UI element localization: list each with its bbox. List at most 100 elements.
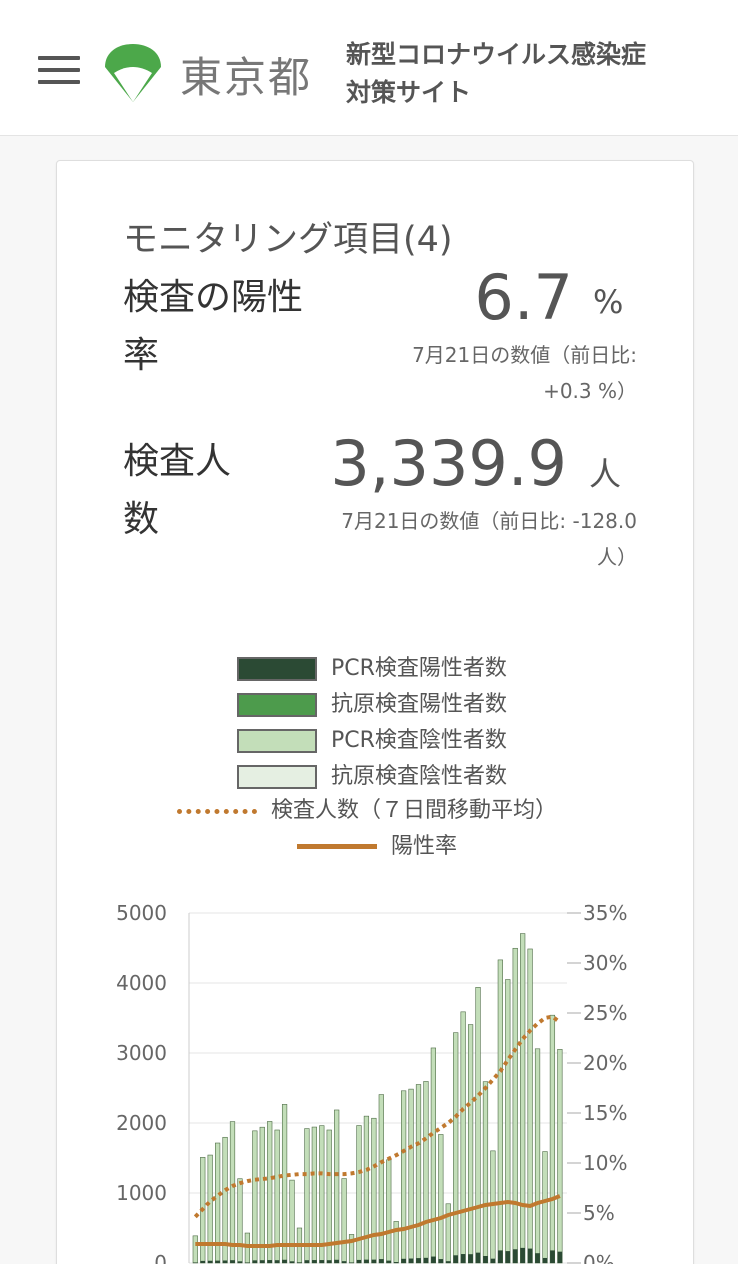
bar-pcr-positive <box>215 1260 220 1263</box>
positivity-unit: % <box>593 283 624 321</box>
tests-unit: 人 <box>589 455 622 493</box>
bar-pcr-negative <box>542 1151 548 1264</box>
bar-pcr-negative <box>408 1088 414 1264</box>
bar-pcr-negative <box>319 1125 325 1264</box>
hamburger-menu-icon[interactable] <box>38 56 82 86</box>
bar-pcr-negative <box>378 1094 384 1264</box>
tests-label-line1: 検査人 <box>123 441 232 482</box>
bar-pcr-negative <box>207 1154 213 1264</box>
bar-pcr-positive <box>386 1260 392 1263</box>
y-left-tick-label: 2000 <box>116 1111 167 1135</box>
bar-pcr-positive <box>401 1258 406 1263</box>
tests-value: 3,339.9 <box>330 427 567 500</box>
bar-pcr-positive <box>207 1260 213 1263</box>
bar-pcr-positive <box>557 1251 563 1263</box>
y-right-tick-label: 0% <box>583 1251 615 1264</box>
bar-pcr-positive <box>527 1248 533 1263</box>
positivity-value: 6.7 <box>474 261 573 334</box>
bar-pcr-positive <box>408 1258 414 1263</box>
bar-pcr-negative <box>490 1150 496 1264</box>
legend-item[interactable]: 抗原検査陽性者数 <box>237 691 677 721</box>
bar-pcr-negative <box>475 987 481 1264</box>
bar-pcr-positive <box>349 1262 354 1263</box>
tests-note-line1: 7月21日の数値（前日比: -128.0 <box>341 509 637 533</box>
legend-swatch <box>237 765 317 789</box>
bar-pcr-negative <box>341 1178 347 1264</box>
bar-pcr-negative <box>311 1126 317 1264</box>
legend-swatch <box>297 844 377 849</box>
legend-label: PCR検査陽性者数 <box>331 656 507 681</box>
bar-pcr-positive <box>512 1249 518 1263</box>
bar-pcr-negative <box>304 1128 310 1264</box>
bar-pcr-negative <box>401 1090 407 1264</box>
legend-item[interactable]: 陽性率 <box>297 833 737 863</box>
bar-pcr-positive <box>304 1260 310 1263</box>
bar-pcr-negative <box>281 1104 288 1264</box>
bar-pcr-positive <box>431 1256 436 1263</box>
site-title-line2: 対策サイト <box>346 78 472 107</box>
bar-pcr-positive <box>379 1259 384 1263</box>
bar-pcr-positive <box>475 1252 481 1263</box>
bar-pcr-negative <box>527 948 533 1264</box>
bar-pcr-negative <box>534 1048 541 1264</box>
bar-pcr-positive <box>356 1259 362 1263</box>
bar-pcr-positive <box>334 1259 339 1263</box>
bar-pcr-negative <box>497 959 503 1264</box>
bar-pcr-negative <box>512 947 518 1264</box>
bar-pcr-positive <box>453 1255 459 1263</box>
bar-pcr-positive <box>230 1260 235 1263</box>
y-right-tick-label: 20% <box>583 1051 627 1075</box>
legend-swatch <box>237 729 317 753</box>
y-left-tick-label: 5000 <box>116 901 167 925</box>
bar-pcr-positive <box>326 1260 332 1263</box>
bar-pcr-positive <box>535 1253 540 1263</box>
bar-pcr-positive <box>200 1260 206 1263</box>
bar-pcr-negative <box>259 1126 265 1264</box>
legend-item[interactable]: 検査人数（７日間移動平均） <box>177 797 617 827</box>
bar-pcr-positive <box>259 1260 265 1263</box>
bar-pcr-positive <box>252 1260 258 1263</box>
bar-pcr-positive <box>498 1250 503 1263</box>
bar-pcr-negative <box>453 1032 459 1264</box>
bar-pcr-negative <box>356 1125 362 1264</box>
legend-item[interactable]: PCR検査陰性者数 <box>237 727 677 757</box>
bar-pcr-negative <box>482 1081 489 1264</box>
y-right-tick-label: 5% <box>583 1201 615 1225</box>
bar-pcr-positive <box>468 1254 473 1263</box>
bar-pcr-negative <box>289 1179 295 1264</box>
y-right-tick-label: 10% <box>583 1151 627 1175</box>
positivity-note-line1: 7月21日の数値（前日比: <box>412 343 637 367</box>
y-right-tick-label: 30% <box>583 951 627 975</box>
bar-pcr-negative <box>229 1121 236 1264</box>
legend-swatch <box>177 809 257 814</box>
bar-pcr-negative <box>423 1081 429 1264</box>
bar-pcr-negative <box>244 1232 250 1264</box>
y-left-tick-label: 3000 <box>116 1041 167 1065</box>
bar-pcr-negative <box>460 1011 466 1264</box>
bar-pcr-negative <box>192 1235 198 1264</box>
positivity-label-line1: 検査の陽性 <box>123 277 304 318</box>
bar-pcr-negative <box>430 1047 436 1264</box>
legend-label: 抗原検査陽性者数 <box>331 692 508 717</box>
bar-pcr-negative <box>371 1117 377 1264</box>
bar-pcr-positive <box>193 1262 198 1263</box>
legend-item[interactable]: 抗原検査陰性者数 <box>237 763 677 793</box>
bar-pcr-negative <box>438 1134 444 1264</box>
bar-pcr-negative <box>557 1049 563 1264</box>
bar-pcr-negative <box>415 1084 422 1264</box>
bar-pcr-negative <box>393 1221 399 1264</box>
bar-pcr-positive <box>364 1259 369 1263</box>
bar-pcr-negative <box>520 933 526 1264</box>
bar-pcr-positive <box>438 1259 444 1263</box>
legend-swatch <box>237 693 317 717</box>
legend-label: 陽性率 <box>391 834 458 859</box>
legend-item[interactable]: PCR検査陽性者数 <box>237 655 677 685</box>
bar-pcr-positive <box>267 1260 273 1263</box>
positivity-note-line2: +0.3 %） <box>543 379 637 403</box>
site-title[interactable]: 新型コロナウイルス感染症 対策サイト <box>346 36 676 112</box>
bar-pcr-positive <box>445 1261 451 1263</box>
tokyo-ginkgo-logo-icon[interactable] <box>102 42 164 104</box>
monitoring-card: モニタリング項目(4) 検査の陽性 率 6.7 % 7月21日の数値（前日比: … <box>56 160 694 1264</box>
logo-text[interactable]: 東京都 <box>180 44 312 105</box>
tests-note: 7月21日の数値（前日比: -128.0 人） <box>217 503 637 575</box>
